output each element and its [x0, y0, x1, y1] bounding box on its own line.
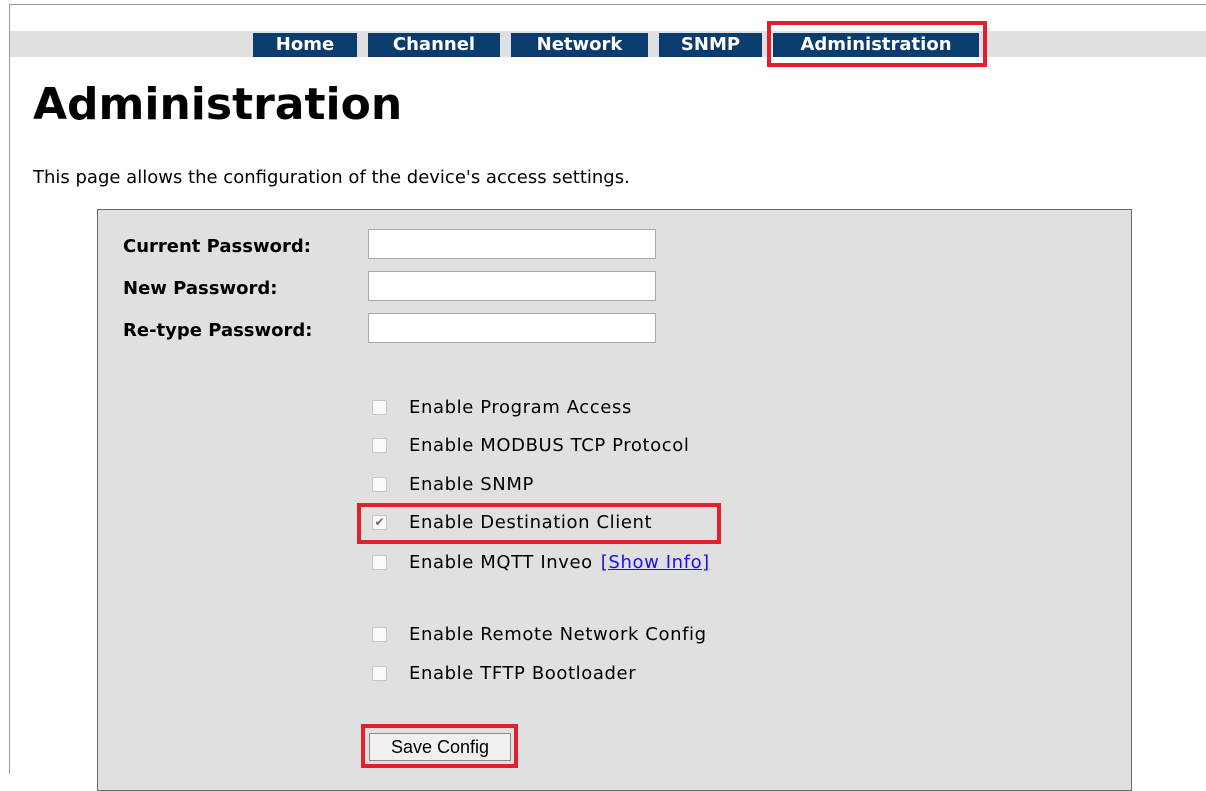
- remote-network-config-label: Enable Remote Network Config: [409, 623, 707, 645]
- snmp-option[interactable]: Enable SNMP: [372, 471, 534, 497]
- tab-network[interactable]: Network: [511, 33, 648, 57]
- tab-channel[interactable]: Channel: [368, 33, 500, 57]
- modbus-tcp-option[interactable]: Enable MODBUS TCP Protocol: [372, 432, 690, 458]
- tab-snmp[interactable]: SNMP: [659, 33, 762, 57]
- tab-home[interactable]: Home: [253, 33, 357, 57]
- show-info-link[interactable]: [Show Info]: [601, 552, 710, 573]
- destination-client-option[interactable]: ✔ Enable Destination Client: [372, 509, 652, 535]
- tftp-bootloader-option[interactable]: Enable TFTP Bootloader: [372, 660, 636, 686]
- remote-network-config-checkbox[interactable]: [372, 626, 387, 642]
- page-title: Administration: [33, 79, 403, 130]
- page-frame-left: [9, 4, 10, 774]
- tftp-bootloader-label: Enable TFTP Bootloader: [409, 662, 637, 684]
- modbus-tcp-checkbox[interactable]: [372, 437, 387, 453]
- program-access-checkbox[interactable]: [372, 399, 387, 415]
- program-access-label: Enable Program Access: [409, 396, 632, 418]
- mqtt-inveo-text: Enable MQTT Inveo: [409, 551, 593, 573]
- save-config-button[interactable]: Save Config: [369, 733, 511, 761]
- retype-password-label: Re-type Password:: [123, 320, 313, 341]
- modbus-tcp-label: Enable MODBUS TCP Protocol: [409, 434, 690, 456]
- new-password-input[interactable]: [368, 271, 656, 301]
- mqtt-inveo-label: Enable MQTT Inveo [Show Info]: [409, 552, 710, 573]
- new-password-label: New Password:: [123, 278, 278, 299]
- tab-administration[interactable]: Administration: [773, 33, 979, 57]
- current-password-label: Current Password:: [123, 236, 311, 257]
- mqtt-inveo-checkbox[interactable]: [372, 554, 387, 570]
- remote-network-config-option[interactable]: Enable Remote Network Config: [372, 621, 707, 647]
- page-frame-top: [9, 4, 1206, 5]
- retype-password-input[interactable]: [368, 313, 656, 343]
- tftp-bootloader-checkbox[interactable]: [372, 665, 387, 681]
- program-access-option[interactable]: Enable Program Access: [372, 394, 632, 420]
- current-password-input[interactable]: [368, 229, 656, 259]
- page-description: This page allows the configuration of th…: [33, 167, 630, 188]
- destination-client-checkbox[interactable]: ✔: [372, 514, 387, 530]
- snmp-label: Enable SNMP: [409, 473, 534, 495]
- snmp-checkbox[interactable]: [372, 476, 387, 492]
- destination-client-label: Enable Destination Client: [409, 511, 653, 533]
- mqtt-inveo-option[interactable]: Enable MQTT Inveo [Show Info]: [372, 549, 710, 575]
